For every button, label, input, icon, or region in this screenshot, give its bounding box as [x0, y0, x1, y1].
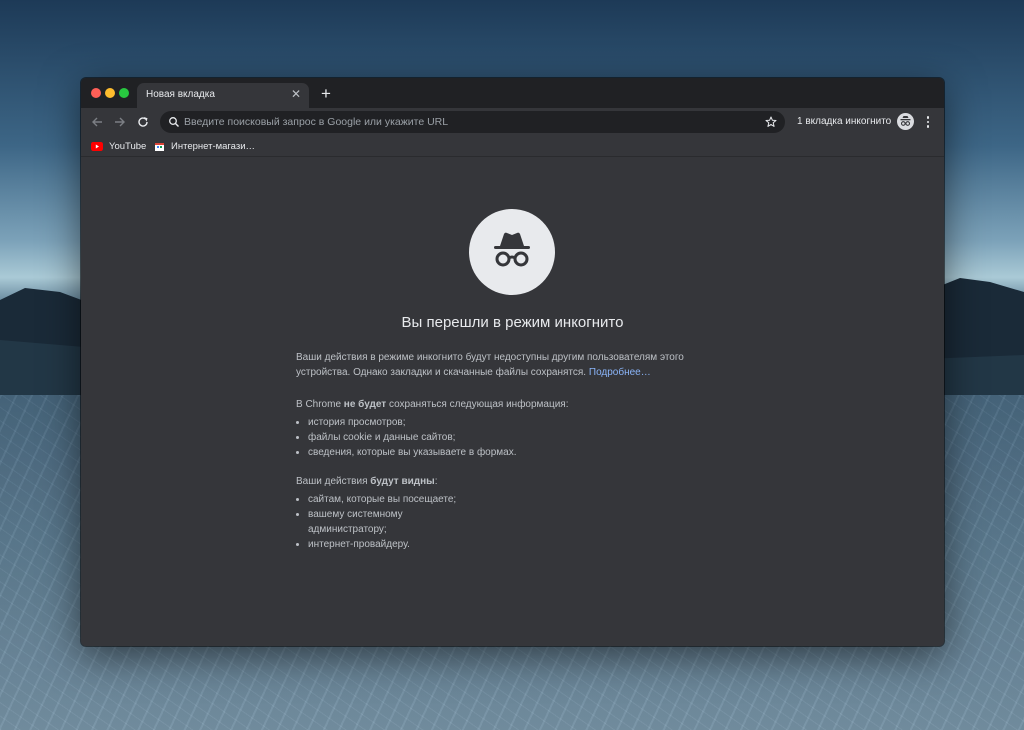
reload-icon: [138, 117, 148, 127]
incognito-icon: [900, 116, 911, 126]
youtube-icon: [91, 141, 103, 151]
bookmark-label: YouTube: [109, 140, 147, 152]
window-maximize-button[interactable]: [119, 88, 129, 98]
incognito-hero: [469, 209, 555, 295]
tab-new-tab[interactable]: Новая вкладка ✕: [137, 83, 309, 108]
star-icon: [765, 116, 777, 127]
toolbar: 1 вкладка инкогнито: [81, 108, 944, 136]
not-saved-section: В Chrome не будет сохраняться следующая …: [296, 397, 716, 460]
plus-icon: +: [321, 84, 331, 103]
reload-button[interactable]: [133, 112, 153, 132]
arrow-right-icon: [115, 117, 125, 127]
page-title: Вы перешли в режим инкогнито: [401, 314, 624, 331]
store-icon: [155, 142, 164, 151]
bookmark-star-button[interactable]: [763, 114, 779, 130]
browser-window: Новая вкладка ✕ + Введите поисковый запр…: [81, 78, 944, 646]
bookmarks-bar: YouTube Интернет-магази…: [81, 136, 944, 157]
bookmark-store[interactable]: Интернет-магази…: [154, 139, 255, 153]
intro-paragraph: Ваши действия в режиме инкогнито будут н…: [296, 350, 716, 380]
omnibox[interactable]: [160, 111, 785, 133]
list-item: история просмотров;: [308, 415, 716, 430]
search-icon: [169, 117, 179, 127]
list-item: вашему системному администратору;: [308, 507, 428, 537]
list-item: сайтам, которые вы посещаете;: [308, 492, 456, 507]
visible-heading: Ваши действия будут видны:: [296, 476, 438, 487]
not-saved-heading: В Chrome не будет сохраняться следующая …: [296, 399, 569, 410]
forward-button[interactable]: [110, 112, 130, 132]
list-item: интернет-провайдеру.: [308, 537, 428, 552]
incognito-icon: [494, 232, 530, 267]
not-saved-list: история просмотров; файлы cookie и данны…: [296, 415, 716, 460]
incognito-page: Вы перешли в режим инкогнито Ваши действ…: [81, 157, 944, 646]
tab-title: Новая вкладка: [146, 89, 215, 100]
kebab-menu-icon[interactable]: [921, 112, 935, 132]
close-icon[interactable]: ✕: [289, 87, 303, 101]
window-close-button[interactable]: [91, 88, 101, 98]
tab-strip: Новая вкладка ✕ +: [81, 78, 944, 108]
new-tab-button[interactable]: +: [316, 84, 336, 104]
arrow-left-icon: [92, 117, 102, 127]
visible-section: Ваши действия будут видны: сайтам, котор…: [296, 474, 506, 552]
back-button[interactable]: [87, 112, 107, 132]
window-minimize-button[interactable]: [105, 88, 115, 98]
learn-more-link[interactable]: Подробнее…: [589, 367, 651, 378]
address-input[interactable]: [184, 111, 744, 133]
list-item: сведения, которые вы указываете в формах…: [308, 445, 716, 460]
bookmark-label: Интернет-магази…: [171, 140, 256, 152]
incognito-avatar-button[interactable]: [897, 113, 914, 130]
visible-list: сайтам, которые вы посещаете; вашему сис…: [296, 492, 456, 552]
bookmark-youtube[interactable]: YouTube: [91, 139, 146, 153]
incognito-tab-count[interactable]: 1 вкладка инкогнито: [797, 116, 891, 127]
list-item: файлы cookie и данные сайтов;: [308, 430, 716, 445]
